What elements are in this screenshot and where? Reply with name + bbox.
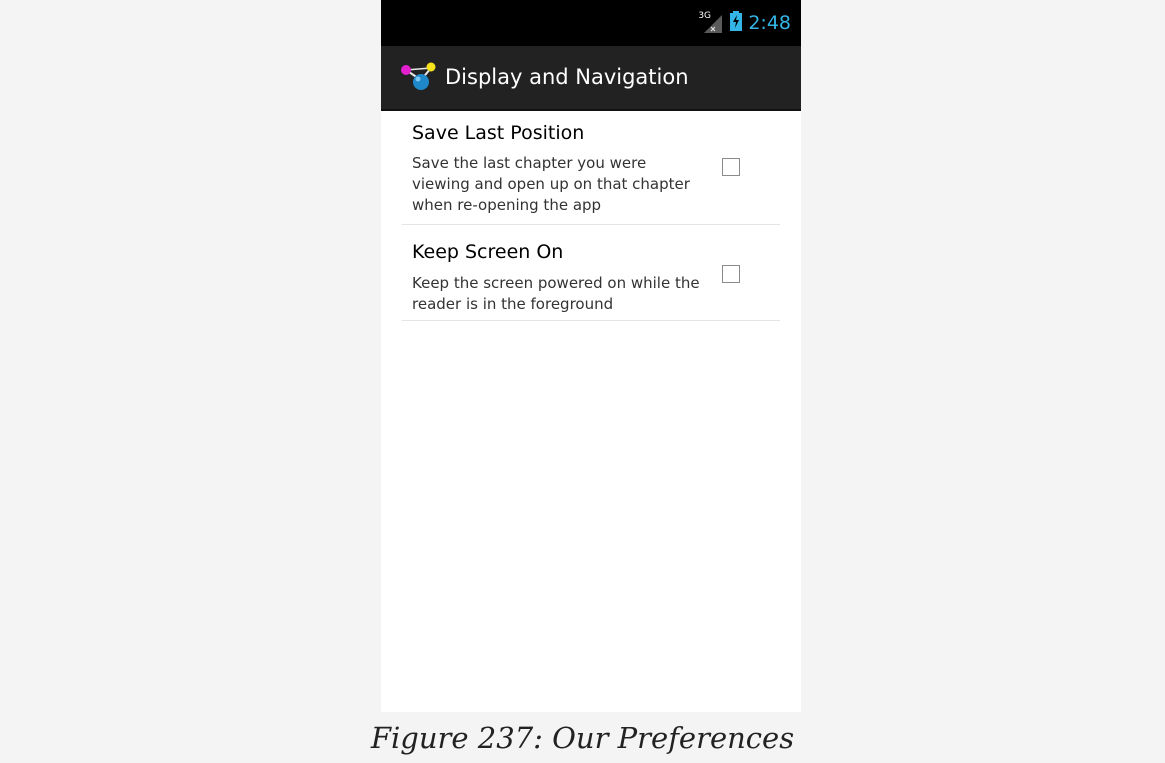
status-icons: 3G 2:48 [698,0,791,46]
action-bar: Display and Navigation [381,46,801,111]
save-last-position-checkbox[interactable] [722,158,740,176]
figure-caption: Figure 237: Our Preferences [370,721,795,755]
preference-keep-screen-on[interactable]: Keep Screen On Keep the screen powered o… [402,225,780,321]
preference-summary: Save the last chapter you were viewing a… [412,154,690,214]
network-type-label: 3G [698,11,712,21]
action-bar-title: Display and Navigation [445,65,689,89]
preference-summary: Keep the screen powered on while the rea… [412,274,700,313]
battery-charging-icon [730,11,743,35]
preference-list: Save Last Position Save the last chapter… [402,111,780,321]
preference-title: Keep Screen On [412,241,564,263]
status-bar: 3G 2:48 [381,0,801,46]
phone-screen: 3G 2:48 Display and Navigation Save Last… [381,0,801,712]
app-molecule-icon[interactable] [397,60,437,98]
preference-save-last-position[interactable]: Save Last Position Save the last chapter… [402,111,780,225]
keep-screen-on-checkbox[interactable] [722,265,740,283]
preference-title: Save Last Position [412,122,585,144]
signal-3g-icon: 3G [698,11,724,35]
status-clock: 2:48 [748,12,791,34]
